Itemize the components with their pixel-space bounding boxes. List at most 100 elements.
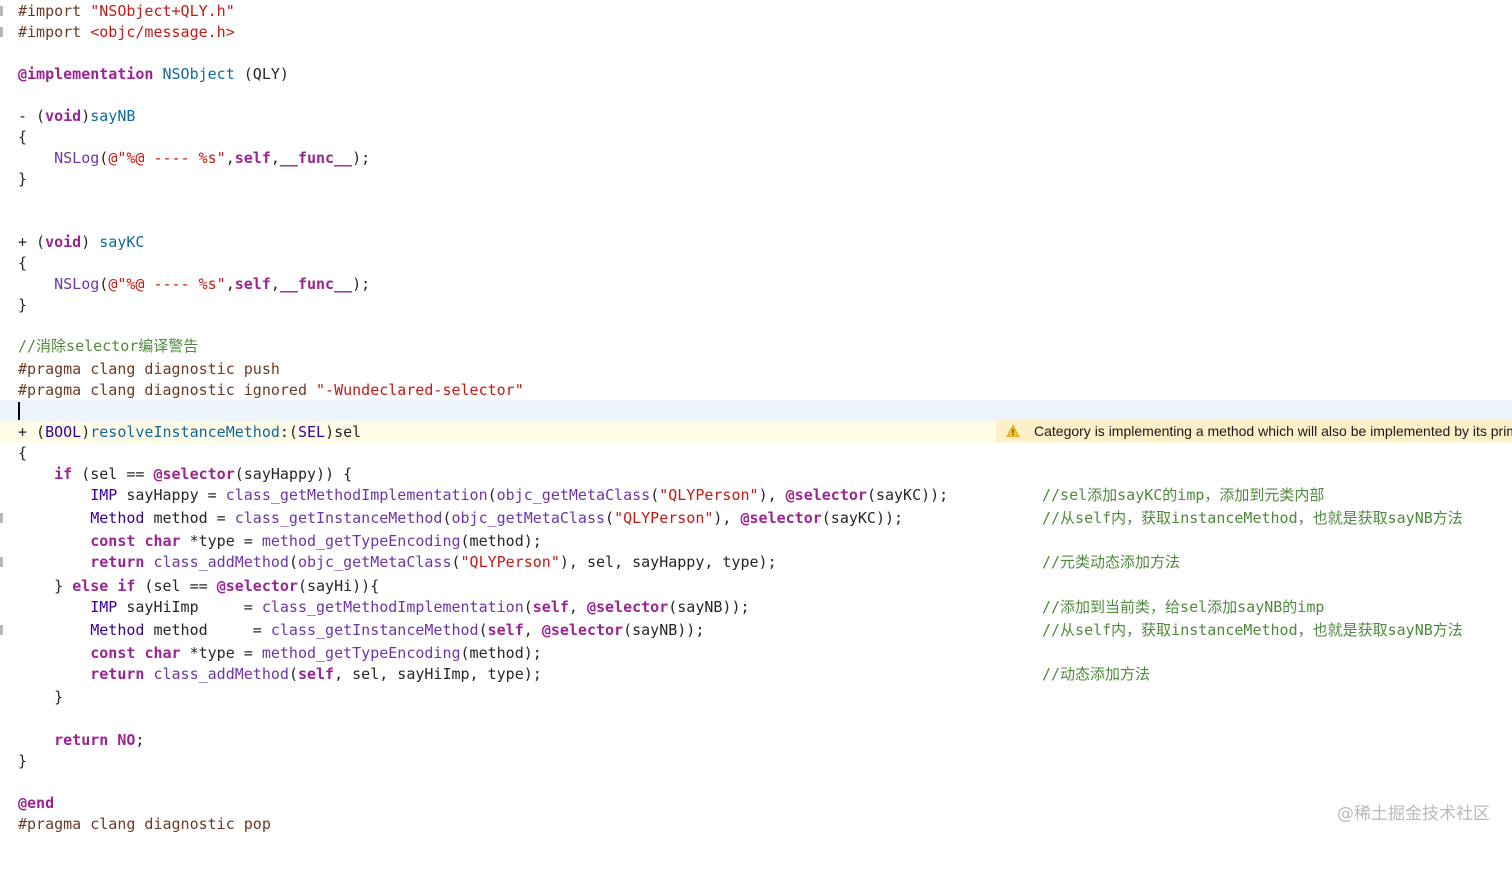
warning-triangle-icon (1006, 424, 1020, 437)
code-token: , sel, sayHiImp, type); (334, 665, 542, 683)
code-token: { (18, 254, 28, 272)
code-token: "QLYPerson" (614, 509, 714, 527)
code-token: __func__ (279, 149, 353, 167)
code-token: sayHappy = (117, 486, 226, 504)
code-token: objc_getMetaClass (451, 509, 606, 527)
gutter-marker (0, 27, 3, 37)
code-line: } (0, 294, 1512, 316)
code-comment: //元类动态添加方法 (1042, 553, 1181, 571)
code-token: } (18, 688, 64, 706)
code-comment: //从self内，获取instanceMethod，也就是获取sayNB方法 (1042, 621, 1463, 639)
code-token: @selector (541, 621, 624, 639)
code-token: class_addMethod (153, 665, 289, 683)
code-token: :( (279, 423, 298, 441)
code-token: char (144, 644, 181, 662)
code-token: objc_getMetaClass (496, 486, 651, 504)
code-token: *type = (180, 532, 262, 550)
code-line: #pragma clang diagnostic push (0, 358, 1512, 380)
code-token: method_getTypeEncoding (261, 644, 461, 662)
code-token: { (18, 444, 28, 462)
code-token: self (234, 275, 271, 293)
code-token: , (225, 275, 235, 293)
code-token: @selector (586, 598, 669, 616)
code-token: ( (523, 598, 533, 616)
code-line: IMP sayHappy = class_getMethodImplementa… (0, 484, 1512, 506)
code-editor[interactable]: #import "NSObject+QLY.h" #import <objc/m… (0, 0, 1512, 846)
code-token: ); (352, 149, 371, 167)
code-comment: //从self内，获取instanceMethod，也就是获取sayNB方法 (1042, 509, 1463, 527)
code-token: @"%@ ---- %s" (108, 275, 226, 293)
code-token: ( (487, 486, 497, 504)
code-token: @selector (153, 465, 235, 483)
gutter-marker (0, 6, 3, 16)
code-token: (sayNB)); (623, 621, 705, 639)
code-token: self (532, 598, 569, 616)
code-token: @end (18, 794, 55, 812)
text-cursor (18, 402, 20, 420)
code-token: "-Wundeclared-selector" (316, 381, 524, 399)
code-comment: //sel添加sayKC的imp，添加到元类内部 (1042, 486, 1325, 504)
gutter-marker (0, 557, 3, 567)
code-token: } (18, 170, 28, 188)
current-line[interactable] (0, 400, 1512, 422)
code-token: #import (18, 23, 91, 41)
code-token: class_addMethod (153, 553, 289, 571)
code-line: #pragma clang diagnostic ignored "-Wunde… (0, 379, 1512, 401)
code-token: "QLYPerson" (460, 553, 560, 571)
code-token: } (18, 752, 28, 770)
code-token: ); (352, 275, 371, 293)
code-token: @selector (785, 486, 867, 504)
code-token: @selector (740, 509, 822, 527)
code-token: self (234, 149, 271, 167)
code-token: objc_getMetaClass (297, 553, 452, 571)
code-token: ( (478, 621, 488, 639)
code-token: const (90, 644, 136, 662)
code-token: "NSObject+QLY.h" (90, 2, 235, 20)
code-line: if (sel == @selector(sayHappy)) { (0, 463, 1512, 485)
code-token: IMP (90, 486, 118, 504)
code-token: @selector (216, 577, 298, 595)
code-line: const char *type = method_getTypeEncodin… (0, 642, 1512, 664)
code-line: #import <objc/message.h> (0, 21, 1512, 43)
code-token: __func__ (279, 275, 353, 293)
code-line: @end (0, 792, 1512, 814)
code-token: (sayNB)); (668, 598, 750, 616)
code-line: NSLog(@"%@ ---- %s",self,__func__); (0, 273, 1512, 295)
code-line: + (void) sayKC (0, 231, 1512, 253)
code-line: //消除selector编译警告 (0, 335, 1512, 357)
code-line: NSLog(@"%@ ---- %s",self,__func__); (0, 147, 1512, 169)
code-token: sayNB (90, 107, 136, 125)
code-token: (sayKC)); (866, 486, 949, 504)
code-token: , (270, 149, 280, 167)
code-token: + ( (18, 423, 46, 441)
code-line: IMP sayHiImp = class_getMethodImplementa… (0, 596, 1512, 618)
watermark: @稀土掘金技术社区 (1337, 804, 1490, 824)
code-token: BOOL (45, 423, 82, 441)
code-token: class_getMethodImplementation (261, 598, 524, 616)
code-token: #pragma clang diagnostic pop (18, 815, 271, 833)
code-token: @"%@ ---- %s" (108, 149, 226, 167)
code-token: Method (90, 509, 145, 527)
inline-warning[interactable]: Category is implementing a method which … (996, 420, 1512, 442)
code-line: Method method = class_getInstanceMethod(… (0, 619, 1512, 641)
code-token: )sel (325, 423, 362, 441)
code-token: ) (81, 233, 100, 251)
code-line: return class_addMethod(objc_getMetaClass… (0, 551, 1512, 573)
code-token: const (90, 532, 136, 550)
code-token: (method); (460, 644, 542, 662)
code-token: ( (451, 553, 461, 571)
warning-message: Category is implementing a method which … (1034, 423, 1512, 439)
code-token: Method (90, 621, 145, 639)
code-token: class_getMethodImplementation (225, 486, 488, 504)
